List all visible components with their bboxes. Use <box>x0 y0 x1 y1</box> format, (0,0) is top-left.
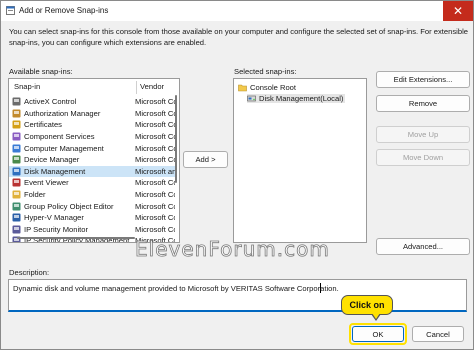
available-snapins-list[interactable]: Snap-in Vendor ActiveX Control Microsoft … <box>8 78 180 243</box>
component-services-icon <box>12 132 21 141</box>
snapin-row[interactable]: Authorization Manager Microsoft Co <box>9 108 175 120</box>
snapin-row[interactable]: Component Services Microsoft Co <box>9 131 175 143</box>
tree-item-disk-management[interactable]: Disk Management(Local) <box>247 94 346 103</box>
snapin-vendor: Microsoft Co <box>135 143 175 153</box>
ip-security-monitor-icon <box>12 225 21 234</box>
snapin-name: Hyper-V Manager <box>24 213 84 223</box>
snapin-name: Certificates <box>24 120 62 130</box>
snapin-name: Computer Management <box>24 143 104 153</box>
authorization-manager-icon <box>12 109 21 118</box>
description-box[interactable]: Dynamic disk and volume management provi… <box>8 279 467 312</box>
snapin-vendor: Microsoft Co <box>135 132 175 142</box>
hyper-v-icon <box>12 213 21 222</box>
description-label: Description: <box>9 268 50 277</box>
add-remove-snapins-dialog: Add or Remove Snap-ins ✕ You can select … <box>0 0 474 350</box>
title-bar[interactable]: Add or Remove Snap-ins ✕ <box>1 1 473 21</box>
snapin-vendor: Microsoft Co <box>135 108 175 118</box>
computer-management-icon <box>12 144 21 153</box>
column-header-vendor[interactable]: Vendor <box>140 82 164 94</box>
close-icon: ✕ <box>452 4 464 18</box>
snapin-vendor: Microsoft Co <box>135 97 175 107</box>
column-separator[interactable] <box>136 81 137 94</box>
snapin-row[interactable]: Computer Management Microsoft Co <box>9 142 175 154</box>
snapin-vendor: Microsoft Co <box>135 190 175 200</box>
cancel-button[interactable]: Cancel <box>412 326 464 342</box>
disk-management-icon <box>247 95 256 102</box>
folder-icon <box>12 190 21 199</box>
snapin-rows: ActiveX Control Microsoft Co Authorization… <box>9 96 175 242</box>
selected-snapins-tree[interactable]: Console Root Disk Management(Local) <box>233 78 367 243</box>
move-up-button[interactable]: Move Up <box>376 126 470 143</box>
snapin-row[interactable]: Device Manager Microsoft Co <box>9 154 175 166</box>
snapin-vendor: Microsoft Co <box>135 213 175 223</box>
snapin-vendor: Microsoft an <box>135 166 175 176</box>
device-manager-icon <box>12 155 21 164</box>
group-policy-icon <box>12 202 21 211</box>
column-header-snapin[interactable]: Snap-in <box>14 82 40 94</box>
certificates-icon <box>12 120 21 129</box>
advanced-button[interactable]: Advanced... <box>376 238 470 255</box>
snapin-name: Group Policy Object Editor <box>24 201 114 211</box>
snapin-name: Component Services <box>24 132 95 142</box>
snapin-name: Device Manager <box>24 155 80 165</box>
folder-icon <box>238 84 247 92</box>
snapin-vendor: Microsoft Co <box>135 201 175 211</box>
scrollbar-thumb[interactable] <box>175 95 177 183</box>
remove-button[interactable]: Remove <box>376 95 470 112</box>
close-button[interactable]: ✕ <box>443 1 473 21</box>
tree-item-console-root[interactable]: Console Root <box>238 83 296 92</box>
scrollbar-thumb[interactable] <box>17 237 135 239</box>
snapin-name: IP Security Monitor <box>24 224 89 234</box>
available-snapins-label: Available snap-ins: <box>9 67 73 76</box>
snapin-row[interactable]: ActiveX Control Microsoft Co <box>9 96 175 108</box>
callout-tail <box>372 313 380 319</box>
text-caret <box>320 283 321 293</box>
watermark: ElevenForum.com <box>135 237 330 262</box>
edit-extensions-button[interactable]: Edit Extensions... <box>376 71 470 88</box>
snapin-name: Authorization Manager <box>24 108 101 118</box>
selected-snapins-label: Selected snap-ins: <box>234 67 297 76</box>
ok-button[interactable]: OK <box>352 326 404 342</box>
snapin-row[interactable]: Folder Microsoft Co <box>9 189 175 201</box>
snapin-vendor: Microsoft Co <box>135 120 175 130</box>
window-title: Add or Remove Snap-ins <box>19 6 109 15</box>
snapin-row[interactable]: Group Policy Object Editor Microsoft Co <box>9 200 175 212</box>
click-on-callout: Click on <box>341 295 393 315</box>
intro-text: You can select snap-ins for this console… <box>9 27 468 47</box>
tree-item-label: Disk Management(Local) <box>259 94 344 103</box>
tree-item-label: Console Root <box>250 83 297 92</box>
snapin-vendor: Microsoft Co <box>135 178 175 188</box>
snapin-name: ActiveX Control <box>24 97 77 107</box>
snapin-row[interactable]: Certificates Microsoft Co <box>9 119 175 131</box>
add-button[interactable]: Add > <box>183 151 228 168</box>
snapin-row[interactable]: Hyper-V Manager Microsoft Co <box>9 212 175 224</box>
snapin-row[interactable]: IP Security Monitor Microsoft Co <box>9 224 175 236</box>
mmc-app-icon <box>6 6 15 15</box>
event-viewer-icon <box>12 178 21 187</box>
description-text: Dynamic disk and volume management provi… <box>13 284 339 293</box>
snapin-row[interactable]: Event Viewer Microsoft Co <box>9 177 175 189</box>
move-down-button[interactable]: Move Down <box>376 149 470 166</box>
snapin-name: Event Viewer <box>24 178 69 188</box>
snapin-vendor: Microsoft Co <box>135 155 175 165</box>
activex-icon <box>12 97 21 106</box>
snapin-vendor: Microsoft Co <box>135 224 175 234</box>
snapin-name: Folder <box>24 190 46 200</box>
snapin-name: Disk Management <box>24 166 86 176</box>
snapin-row[interactable]: Disk Management Microsoft an <box>9 165 175 178</box>
disk-management-icon <box>12 167 21 176</box>
vertical-scrollbar[interactable] <box>174 95 178 219</box>
